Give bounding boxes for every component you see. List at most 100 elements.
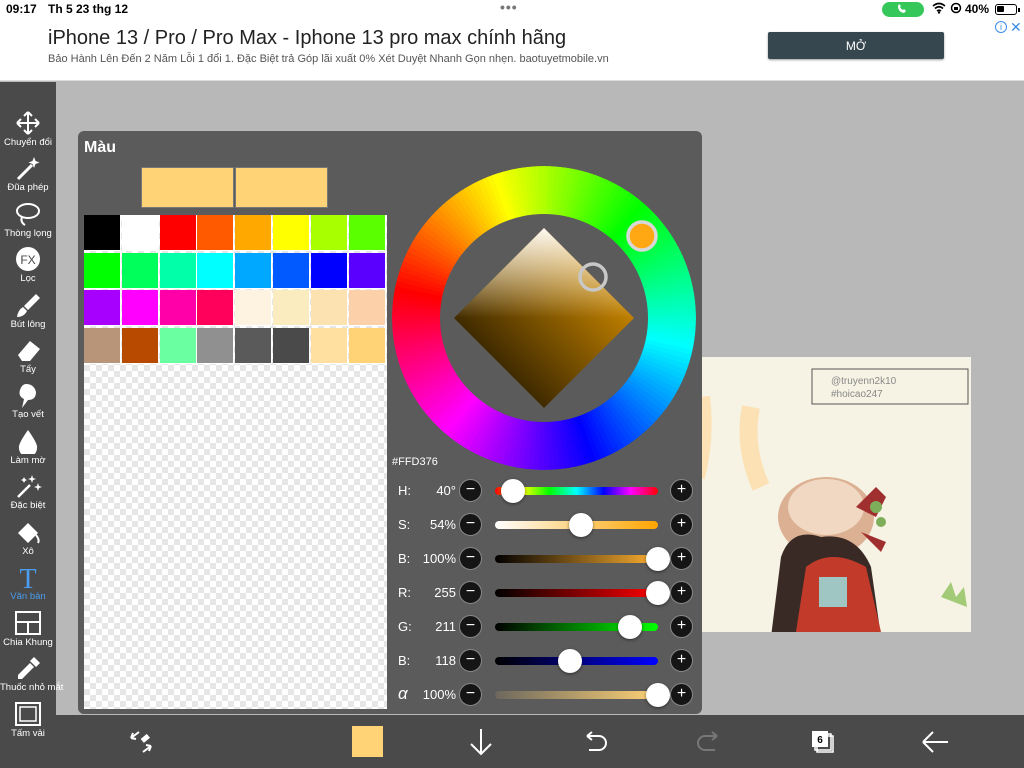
ad-title[interactable]: iPhone 13 / Pro / Pro Max - Iphone 13 pr…	[48, 27, 566, 50]
palette-swatch[interactable]	[121, 252, 159, 289]
download-arrow-icon[interactable]	[464, 725, 498, 759]
palette-swatch[interactable]	[273, 327, 310, 364]
palette-swatch[interactable]	[348, 215, 386, 251]
phone-call-icon[interactable]	[882, 2, 924, 17]
slider-row: H: 40° − +	[386, 478, 702, 504]
palette-swatch[interactable]	[84, 290, 121, 326]
palette-swatch[interactable]	[84, 215, 121, 251]
tool-canvas[interactable]: Tấm vải	[0, 701, 56, 746]
ad-info-icon[interactable]: i	[995, 21, 1007, 33]
palette-swatch[interactable]	[121, 327, 159, 364]
palette-swatch[interactable]	[310, 327, 348, 364]
tool-move-arrows[interactable]: Chuyển đổi	[0, 110, 56, 155]
palette-swatch[interactable]	[121, 290, 159, 326]
decrement-button[interactable]: −	[459, 513, 482, 536]
palette-swatch[interactable]	[235, 327, 273, 364]
slider-thumb[interactable]	[646, 581, 670, 605]
back-arrow-icon[interactable]	[918, 725, 952, 759]
increment-button[interactable]: +	[670, 615, 693, 638]
ad-description[interactable]: Bảo Hành Lên Đến 2 Năm Lỗi 1 đổi 1. Đặc …	[48, 53, 609, 65]
increment-button[interactable]: +	[670, 683, 693, 706]
tool-brush[interactable]: Bút lông	[0, 292, 56, 337]
slider-thumb[interactable]	[500, 479, 525, 503]
palette-swatch[interactable]	[159, 252, 197, 289]
undo-icon[interactable]	[578, 725, 612, 759]
palette-swatch[interactable]	[159, 290, 197, 326]
palette-swatch[interactable]	[159, 327, 197, 364]
tool-lasso[interactable]: Thòng lọng	[0, 201, 56, 246]
ad-close-icon[interactable]: ✕	[1010, 19, 1022, 36]
slider-row: B: 118− +	[386, 648, 702, 674]
palette-swatch[interactable]	[310, 290, 348, 326]
current-color-swatch[interactable]	[141, 167, 234, 208]
slider-value: 255	[434, 585, 456, 600]
palette-swatch[interactable]	[235, 252, 273, 289]
tool-frame-divider[interactable]: Chia Khung	[0, 610, 56, 655]
tool-label: Tẩy	[20, 364, 36, 375]
transform-swap-icon[interactable]	[124, 725, 158, 759]
decrement-button[interactable]: −	[459, 649, 482, 672]
increment-button[interactable]: +	[670, 547, 693, 570]
ad-banner[interactable]: iPhone 13 / Pro / Pro Max - Iphone 13 pr…	[0, 19, 1024, 81]
palette-swatch[interactable]	[235, 215, 273, 251]
slider-thumb[interactable]	[646, 683, 670, 707]
tool-text-tool[interactable]: T Văn bản	[0, 564, 56, 609]
watermark-1: @truyenn2k10	[831, 376, 897, 387]
ad-open-button[interactable]: MỞ	[768, 32, 944, 59]
battery-percent: 40%	[965, 2, 990, 16]
slider-track[interactable]	[495, 589, 658, 597]
slider-thumb[interactable]	[646, 547, 670, 571]
tool-label: Tấm vải	[11, 728, 45, 739]
increment-button[interactable]: +	[670, 479, 693, 502]
decrement-button[interactable]: −	[459, 615, 482, 638]
palette-swatch[interactable]	[121, 215, 159, 251]
increment-button[interactable]: +	[670, 513, 693, 536]
multitasking-dots-icon[interactable]: •••	[500, 0, 518, 14]
decrement-button[interactable]: −	[459, 547, 482, 570]
previous-color-swatch[interactable]	[235, 167, 328, 208]
tool-magic-wand[interactable]: Đũa phép	[0, 155, 56, 200]
tool-smudge[interactable]: Tạo vết	[0, 382, 56, 427]
decrement-button[interactable]: −	[459, 683, 482, 706]
palette-swatch[interactable]	[84, 327, 121, 364]
brush-icon	[17, 294, 40, 317]
hue-picker-handle[interactable]	[626, 220, 658, 252]
palette-swatch[interactable]	[348, 252, 386, 289]
tool-fx-filter[interactable]: FX Lọc	[0, 246, 56, 291]
slider-thumb[interactable]	[618, 615, 643, 639]
slider-track[interactable]	[495, 691, 658, 699]
palette-swatch[interactable]	[273, 252, 310, 289]
palette-swatch[interactable]	[197, 327, 235, 364]
tool-special-effects[interactable]: Đặc biệt	[0, 473, 56, 518]
layers-button[interactable]: 6	[806, 725, 840, 759]
hue-ring[interactable]	[392, 166, 696, 470]
palette-swatch[interactable]	[84, 252, 121, 289]
palette-swatch[interactable]	[348, 290, 386, 326]
palette-swatch[interactable]	[310, 215, 348, 251]
tool-blur-drop[interactable]: Làm mờ	[0, 428, 56, 473]
tool-bucket[interactable]: Xô	[0, 519, 56, 564]
slider-thumb[interactable]	[557, 649, 582, 673]
palette-swatch[interactable]	[273, 215, 310, 251]
slider-track[interactable]	[495, 555, 658, 563]
current-color-button[interactable]	[352, 726, 383, 757]
increment-button[interactable]: +	[670, 581, 693, 604]
palette-swatch[interactable]	[159, 215, 197, 251]
svg-text:FX: FX	[20, 253, 35, 267]
increment-button[interactable]: +	[670, 649, 693, 672]
decrement-button[interactable]: −	[459, 581, 482, 604]
slider-row: B: 100% − +	[386, 546, 702, 572]
palette-swatch[interactable]	[197, 252, 235, 289]
palette-swatch[interactable]	[273, 290, 310, 326]
palette-swatch[interactable]	[348, 327, 386, 364]
decrement-button[interactable]: −	[459, 479, 482, 502]
palette-swatch[interactable]	[310, 252, 348, 289]
palette-swatch[interactable]	[235, 290, 273, 326]
slider-thumb[interactable]	[569, 513, 594, 537]
redo-icon[interactable]	[692, 725, 726, 759]
hex-code: #FFD376	[392, 456, 438, 468]
tool-eyedropper[interactable]: Thuốc nhỏ mắt	[0, 655, 63, 700]
palette-swatch[interactable]	[197, 290, 235, 326]
tool-eraser[interactable]: Tẩy	[0, 337, 56, 382]
palette-swatch[interactable]	[197, 215, 235, 251]
